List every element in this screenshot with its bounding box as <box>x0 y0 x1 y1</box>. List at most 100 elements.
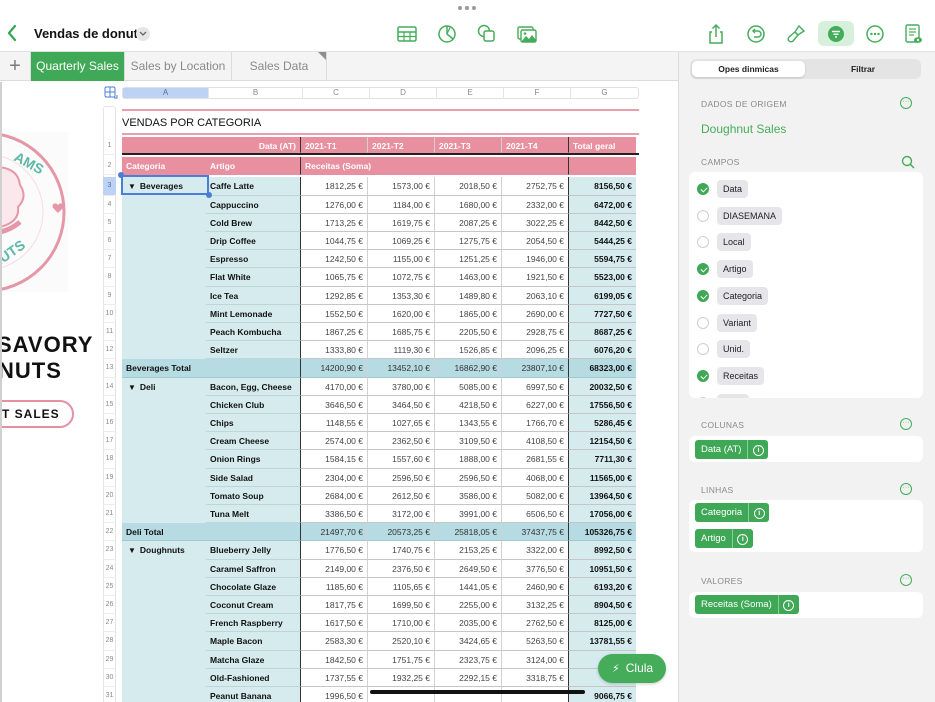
tab-quarterly-sales[interactable]: Quarterly Sales <box>31 52 125 81</box>
row-header[interactable]: 7 <box>103 250 116 269</box>
row-total-cell[interactable]: 5523,00 € <box>569 268 636 287</box>
value-cell[interactable]: 2018,50 € <box>435 177 502 196</box>
info-button[interactable]: i <box>748 444 768 456</box>
item-cell[interactable]: Mint Lemonade <box>206 304 301 323</box>
field-item[interactable]: Categoria <box>697 286 769 306</box>
value-cell[interactable]: 1044,75 € <box>301 232 368 251</box>
value-cell[interactable]: 1065,75 € <box>301 268 368 287</box>
period-header[interactable]: 2021-T2 <box>368 137 435 154</box>
item-cell[interactable]: Flat White <box>206 268 301 287</box>
column-field-label[interactable]: Data (AT) <box>122 137 301 154</box>
row-chip-category[interactable]: Categoria i <box>695 503 770 522</box>
item-cell[interactable]: Old-Fashioned <box>206 668 301 687</box>
value-cell[interactable]: 5085,00 € <box>435 377 502 396</box>
category-cell[interactable] <box>122 232 206 251</box>
disclosure-triangle-icon[interactable]: ▼ <box>128 546 136 555</box>
column-header-d[interactable]: D <box>370 88 437 98</box>
period-header[interactable]: 2021-T1 <box>301 137 368 154</box>
column-header-a[interactable]: A <box>123 88 209 98</box>
undo-button[interactable] <box>745 23 767 45</box>
value-cell[interactable]: 3022,25 € <box>502 213 569 232</box>
value-cell[interactable]: 2574,00 € <box>301 432 368 451</box>
category-cell[interactable] <box>122 596 206 615</box>
value-cell[interactable]: 3109,50 € <box>435 432 502 451</box>
value-cell[interactable]: 2149,00 € <box>301 559 368 578</box>
value-cell[interactable]: 4108,50 € <box>502 432 569 451</box>
more-options-button[interactable] <box>864 23 886 45</box>
value-cell[interactable]: 2684,00 € <box>301 486 368 505</box>
value-cell[interactable]: 2054,50 € <box>502 232 569 251</box>
row-header[interactable]: 4 <box>103 196 116 214</box>
value-cell[interactable]: 3386,50 € <box>301 505 368 524</box>
value-cell[interactable]: 6997,50 € <box>502 377 569 396</box>
rows-more-icon[interactable]: ··· <box>900 483 912 495</box>
document-title[interactable]: Vendas de donuts <box>34 26 145 41</box>
item-cell[interactable]: Drip Coffee <box>206 232 301 251</box>
tab-filter[interactable]: Filtrar <box>807 61 919 77</box>
value-cell[interactable]: 1072,75 € <box>368 268 435 287</box>
row-header[interactable]: 17 <box>103 432 116 451</box>
row-header[interactable]: 12 <box>103 341 116 360</box>
value-cell[interactable]: 1766,70 € <box>502 414 569 433</box>
value-cell[interactable]: 3172,00 € <box>368 505 435 524</box>
category-cell[interactable] <box>122 213 206 232</box>
value-cell[interactable]: 1710,00 € <box>368 614 435 633</box>
value-cell[interactable]: 2153,25 € <box>435 541 502 560</box>
value-cell[interactable]: 1776,50 € <box>301 541 368 560</box>
value-cell[interactable]: 1751,75 € <box>368 650 435 669</box>
row-total-cell[interactable]: 8442,50 € <box>569 213 636 232</box>
value-cell[interactable]: 2035,00 € <box>435 614 502 633</box>
value-cell[interactable]: 1489,80 € <box>435 286 502 305</box>
row-total-cell[interactable]: 6199,05 € <box>569 286 636 305</box>
info-button[interactable]: i <box>779 599 799 611</box>
row-header[interactable]: 16 <box>103 414 116 433</box>
unchecked-circle-icon[interactable] <box>697 236 709 249</box>
row-total-cell[interactable]: 68323,00 € <box>569 359 636 378</box>
row-header[interactable]: 27 <box>103 614 116 633</box>
row-total-cell[interactable]: 10951,50 € <box>569 559 636 578</box>
multitasking-handle[interactable] <box>458 6 478 12</box>
value-cell[interactable]: 1888,00 € <box>435 450 502 469</box>
value-cell[interactable]: 2681,55 € <box>502 450 569 469</box>
row-total-cell[interactable]: 8156,50 € <box>569 177 636 196</box>
value-cell[interactable]: 3322,00 € <box>502 541 569 560</box>
home-indicator[interactable] <box>370 690 585 694</box>
value-cell[interactable]: 1685,75 € <box>368 323 435 342</box>
item-cell[interactable]: Coconut Cream <box>206 596 301 615</box>
value-cell[interactable]: 1865,00 € <box>435 304 502 323</box>
value-cell[interactable]: 3586,00 € <box>435 486 502 505</box>
value-cell[interactable]: 1921,50 € <box>502 268 569 287</box>
value-cell[interactable]: 4068,00 € <box>502 468 569 487</box>
category-cell[interactable] <box>122 268 206 287</box>
row-header[interactable]: 23 <box>103 541 116 560</box>
value-cell[interactable]: 2460,90 € <box>502 577 569 596</box>
value-cell[interactable]: 2087,25 € <box>435 213 502 232</box>
row-header[interactable]: 21 <box>103 505 116 524</box>
value-cell[interactable]: 1185,60 € <box>301 577 368 596</box>
row-header[interactable]: 13 <box>103 359 116 378</box>
value-cell[interactable]: 2304,00 € <box>301 468 368 487</box>
column-header-g[interactable]: G <box>571 88 638 98</box>
document-view-button[interactable] <box>902 23 924 45</box>
row-header[interactable]: 18 <box>103 450 116 469</box>
value-cell[interactable]: 1148,55 € <box>301 414 368 433</box>
unchecked-circle-icon[interactable] <box>697 316 709 329</box>
value-cell[interactable]: 1932,25 € <box>368 668 435 687</box>
value-cell[interactable]: 1463,00 € <box>435 268 502 287</box>
category-cell[interactable]: ▼ Doughnuts <box>122 541 206 560</box>
item-cell[interactable]: Cappuccino <box>206 195 301 214</box>
value-cell[interactable]: 1713,25 € <box>301 213 368 232</box>
value-cell[interactable]: 3464,50 € <box>368 395 435 414</box>
value-cell[interactable]: 1737,55 € <box>301 668 368 687</box>
value-cell[interactable]: 1251,25 € <box>435 250 502 269</box>
info-button[interactable]: i <box>733 533 753 545</box>
value-cell[interactable]: 6227,00 € <box>502 395 569 414</box>
row-header[interactable]: 11 <box>103 323 116 342</box>
item-cell[interactable]: Chips <box>206 414 301 433</box>
row-header[interactable]: 25 <box>103 578 116 596</box>
category-cell[interactable] <box>122 559 206 578</box>
item-header[interactable]: Artigo <box>206 157 301 176</box>
row-header[interactable]: 22 <box>103 523 116 542</box>
value-cell[interactable]: 1353,30 € <box>368 286 435 305</box>
checked-circle-icon[interactable] <box>697 289 709 302</box>
